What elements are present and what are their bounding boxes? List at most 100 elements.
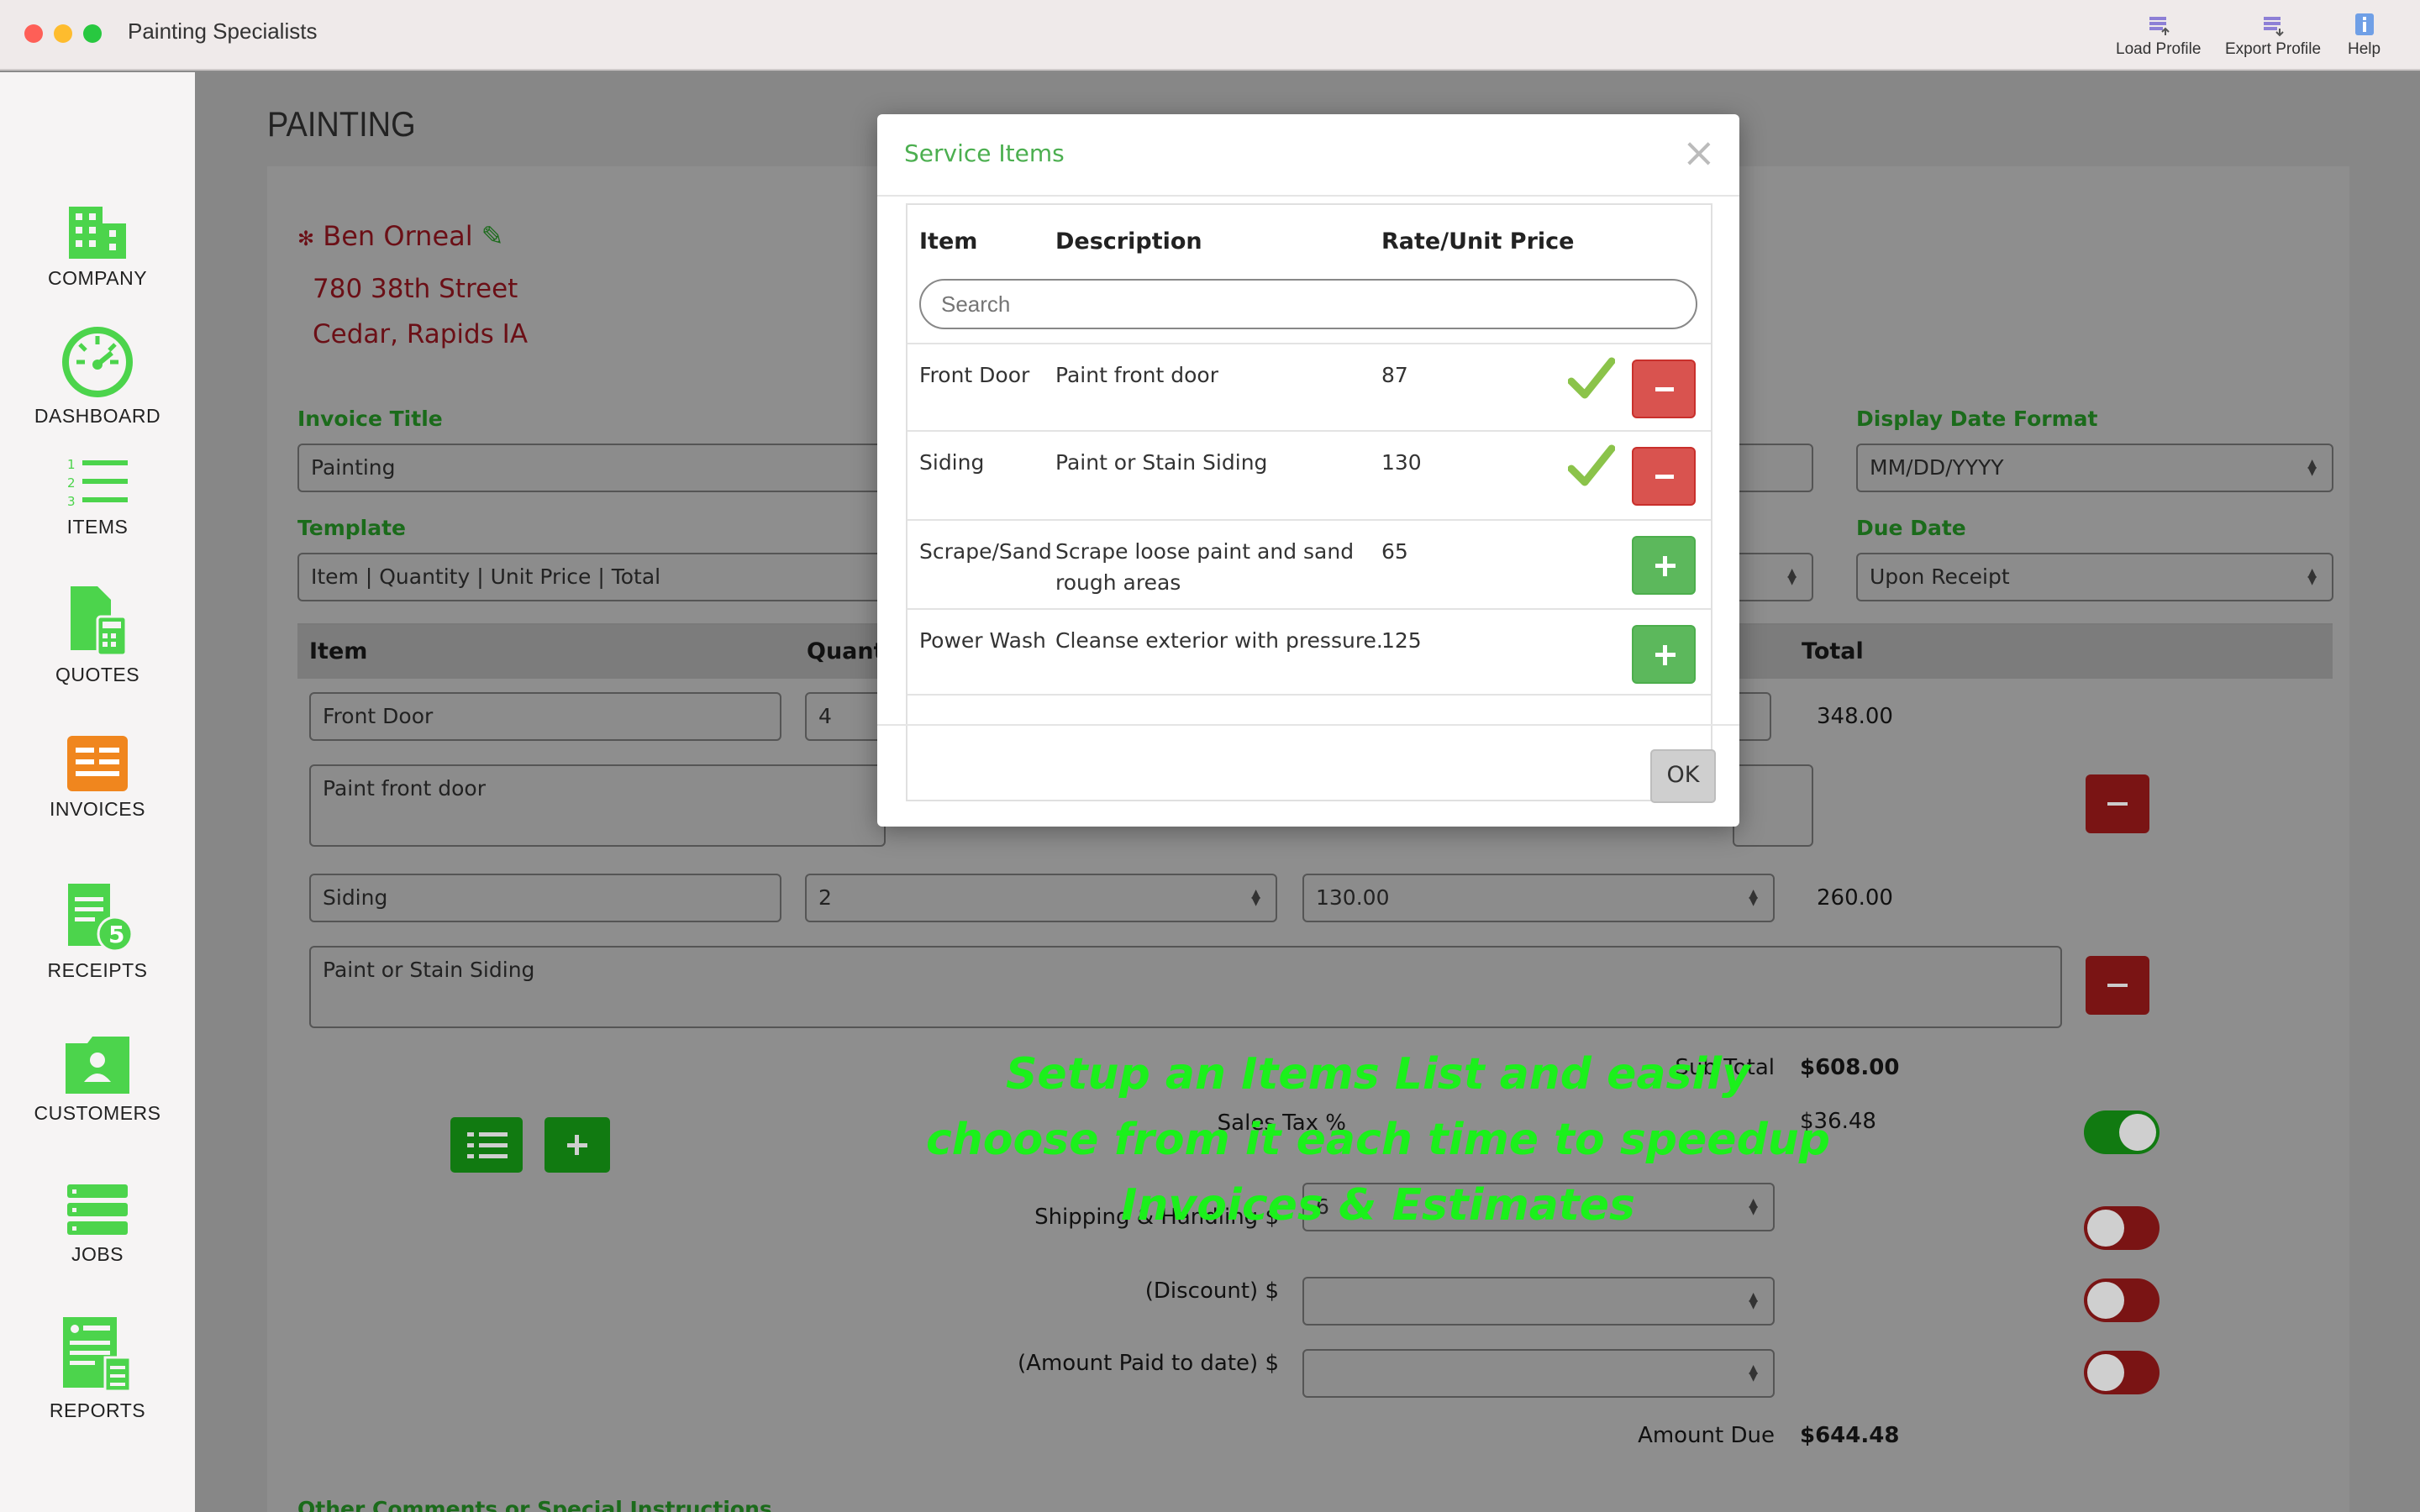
modal-divider [877,195,1739,197]
load-profile-button[interactable]: Load Profile [2116,12,2201,59]
line-price-value: 130.00 [1316,885,1390,910]
cell-item: Front Door [919,363,1030,387]
shipping-toggle[interactable] [2084,1206,2160,1250]
svg-text:3: 3 [67,494,76,509]
discount-label: (Discount) $ [1144,1278,1279,1304]
sidebar-item-invoices[interactable]: INVOICES [0,734,195,821]
cell-rate: 65 [1381,539,1408,564]
promo-line-3: Invoices & Estimates [1121,1180,1635,1231]
invoice-field-partial[interactable] [1733,444,1813,492]
amount-due-label: Amount Due [1638,1423,1775,1448]
invoice-icon [67,736,128,791]
template-select[interactable]: Item | Quantity | Unit Price | Total [297,553,886,601]
select-arrows-icon: ▲ ▼ [2307,457,2317,478]
due-date-value: Upon Receipt [1870,564,2010,589]
amount-paid-input[interactable]: ▲ ▼ [1302,1349,1775,1398]
line-price-input[interactable]: 130.00 ▲ ▼ [1302,874,1775,922]
display-date-select[interactable]: MM/DD/YYYY ▲ ▼ [1856,444,2333,492]
export-profile-button[interactable]: Export Profile [2225,12,2321,59]
invoice-title-input[interactable]: Painting [297,444,886,492]
remove-item-button[interactable] [1632,447,1696,506]
discount-input[interactable]: ▲ ▼ [1302,1277,1775,1326]
amount-paid-toggle[interactable] [2084,1351,2160,1394]
promo-line-1: Setup an Items List and easily [1005,1049,1750,1100]
discount-toggle[interactable] [2084,1278,2160,1322]
sidebar-item-label: RECEIPTS [47,959,148,981]
line-item-input[interactable]: Siding [309,874,781,922]
template-select-arrow[interactable]: ▲ ▼ [1733,553,1813,601]
building-icon [69,207,126,259]
line-total: 348.00 [1817,704,1893,729]
required-icon: ✻ [297,227,315,250]
help-button[interactable]: Help [2348,12,2381,59]
remove-line-button[interactable] [2086,774,2149,833]
search-input[interactable] [919,279,1697,329]
minimize-window-button[interactable] [54,24,72,43]
table-row: Scrape/Sand Scrape loose paint and sand … [908,519,1711,608]
line-qty-input[interactable]: 4 [805,692,886,741]
promo-overlay-text: Setup an Items List and easily choose fr… [908,1042,1849,1238]
add-item-button[interactable] [1632,536,1696,595]
sidebar-item-receipts[interactable]: 5 RECEIPTS [0,879,195,982]
customer-folder-icon [66,1037,129,1094]
app-title: Painting Specialists [128,18,318,44]
cell-description: Cleanse exterior with pressure. [1055,628,1383,653]
help-label: Help [2348,40,2381,58]
service-items-table: Item Description Rate/Unit Price Front D… [906,203,1712,801]
sales-tax-toggle[interactable] [2084,1110,2160,1154]
sidebar-item-customers[interactable]: CUSTOMERS [0,1035,195,1125]
address-line-2: Cedar, Rapids IA [313,319,529,349]
amount-due-value: $644.48 [1800,1423,1900,1448]
line-description-input[interactable]: Paint front door [309,764,886,847]
stepper-icon[interactable]: ▲ ▼ [1749,888,1758,907]
line-qty-input[interactable]: 2 ▲ ▼ [805,874,1277,922]
sidebar-item-label: ITEMS [66,516,129,538]
sidebar-item-company[interactable]: COMPANY [0,203,195,290]
page-title: PAINTING [267,105,416,145]
sidebar-item-reports[interactable]: REPORTS [0,1314,195,1422]
promo-line-2: choose from it each time to speedup [925,1115,1831,1165]
modal-footer-divider [877,724,1739,726]
remove-line-button[interactable] [2086,956,2149,1015]
cell-item: Power Wash [919,628,1046,653]
receipt-badge: 5 [108,921,124,948]
cell-item: Scrape/Sand [919,539,1052,564]
sidebar-item-items[interactable]: 1 2 3 ITEMS [0,455,195,538]
sidebar-item-jobs[interactable]: JOBS [0,1183,195,1266]
line-description-input-partial[interactable] [1733,764,1813,847]
pick-items-button[interactable] [450,1117,523,1173]
sidebar-item-label: JOBS [71,1243,124,1265]
sidebar-item-label: REPORTS [49,1399,146,1421]
cell-rate: 130 [1381,450,1422,475]
due-date-select[interactable]: Upon Receipt ▲ ▼ [1856,553,2333,601]
stepper-icon[interactable]: ▲ ▼ [1251,888,1260,907]
customer-name[interactable]: ✻ Ben Orneal ✎ [297,220,504,252]
export-profile-label: Export Profile [2225,40,2322,58]
edit-icon[interactable]: ✎ [481,220,504,252]
gauge-icon [62,327,133,397]
cell-rate: 87 [1381,363,1408,387]
cell-description: Paint front door [1055,363,1218,387]
sidebar-item-quotes[interactable]: QUOTES [0,583,195,686]
zoom-window-button[interactable] [83,24,102,43]
close-window-button[interactable] [24,24,43,43]
address-line-1: 780 38th Street [313,274,518,304]
cell-description: Paint or Stain Siding [1055,450,1268,475]
line-description-input[interactable]: Paint or Stain Siding [309,946,2062,1028]
info-icon [2354,13,2374,35]
table-row: Siding Paint or Stain Siding 130 [908,430,1711,519]
table-row: Front Door Paint front door 87 [908,343,1711,430]
add-line-button[interactable] [544,1117,610,1173]
report-icon [63,1317,132,1393]
add-item-button[interactable] [1632,625,1696,684]
due-date-label: Due Date [1856,516,1966,540]
ok-button[interactable]: OK [1650,749,1716,803]
column-header-item: Item [919,228,978,255]
remove-item-button[interactable] [1632,360,1696,418]
stepper-icon[interactable]: ▲ ▼ [1749,1363,1758,1383]
line-item-input[interactable]: Front Door [309,692,781,741]
invoice-title-label: Invoice Title [297,407,443,431]
close-icon[interactable]: × [1682,129,1716,176]
stepper-icon[interactable]: ▲ ▼ [1749,1291,1758,1310]
sidebar-item-dashboard[interactable]: DASHBOARD [0,324,195,428]
